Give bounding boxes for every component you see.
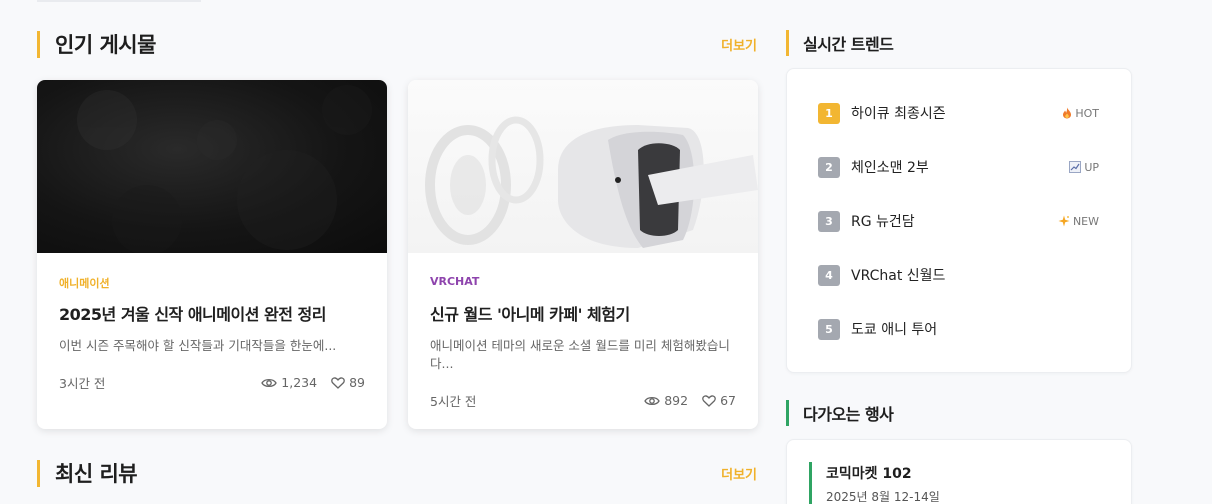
fire-icon <box>1063 107 1072 119</box>
trend-rank: 5 <box>818 318 840 340</box>
reviews-more-link[interactable]: 더보기 <box>721 464 757 483</box>
reviews-section-header: 최신 리뷰 더보기 <box>37 459 757 487</box>
section-accent-bar <box>37 460 40 487</box>
trend-name: 도쿄 애니 투어 <box>851 322 938 338</box>
trend-tag-label: NEW <box>1072 214 1099 228</box>
like-count[interactable]: 89 <box>331 375 365 390</box>
trend-item[interactable]: 5 도쿄 애니 투어 <box>818 318 1099 340</box>
top-divider <box>37 0 201 2</box>
trend-item[interactable]: 4 VRChat 신월드 <box>818 264 1099 286</box>
trend-item[interactable]: 1 하이큐 최종시즌 HOT <box>818 102 1099 124</box>
trend-rank: 4 <box>818 264 840 286</box>
trend-item[interactable]: 2 체인소맨 2부 UP <box>818 156 1099 178</box>
like-count[interactable]: 67 <box>702 393 736 408</box>
trends-panel: 1 하이큐 최종시즌 HOT 2 체인소맨 2부 UP 3 RG 뉴건담 NEW… <box>786 68 1132 373</box>
trend-tag: NEW <box>1058 215 1099 228</box>
trend-tag-label: HOT <box>1075 106 1099 120</box>
post-thumbnail <box>408 80 758 253</box>
view-count-value: 1,234 <box>281 375 318 390</box>
eye-icon <box>644 396 660 405</box>
event-date: 2025년 8월 12-14일 <box>826 490 940 504</box>
post-title[interactable]: 2025년 겨울 신작 애니메이션 완전 정리 <box>59 301 365 325</box>
popular-section-title: 인기 게시물 <box>55 33 156 57</box>
post-time: 3시간 전 <box>59 376 106 391</box>
post-excerpt: 애니메이션 테마의 새로운 소셜 월드를 미리 체험해봤습니다... <box>430 338 730 371</box>
trend-item[interactable]: 3 RG 뉴건담 NEW <box>818 210 1099 232</box>
events-header: 다가오는 행사 <box>786 400 894 426</box>
event-item[interactable]: 코믹마켓 102 2025년 8월 12-14일 <box>809 462 940 504</box>
section-accent-bar <box>786 400 789 426</box>
trends-title: 실시간 트렌드 <box>803 35 894 54</box>
like-count-value: 67 <box>720 393 736 408</box>
post-category: VRCHAT <box>430 275 480 288</box>
trend-name: 체인소맨 2부 <box>851 160 929 176</box>
trend-rank: 3 <box>818 210 840 232</box>
chart-icon <box>1069 161 1082 173</box>
post-excerpt: 이번 시즌 주목해야 할 신작들과 기대작들을 한눈에... <box>59 338 337 353</box>
trend-rank: 2 <box>818 156 840 178</box>
popular-more-link[interactable]: 더보기 <box>721 35 757 54</box>
view-count-value: 892 <box>664 393 689 408</box>
popular-section-header: 인기 게시물 더보기 <box>37 30 757 58</box>
events-panel: 코믹마켓 102 2025년 8월 12-14일 <box>786 439 1132 504</box>
sparkle-icon <box>1058 215 1070 227</box>
trend-tag: UP <box>1069 161 1099 174</box>
post-time: 5시간 전 <box>430 394 477 409</box>
trend-name: RG 뉴건담 <box>851 214 915 230</box>
post-title[interactable]: 신규 월드 '아니메 카페' 체험기 <box>430 301 736 325</box>
events-title: 다가오는 행사 <box>803 405 894 424</box>
post-meta: 5시간 전 892 67 <box>430 391 736 410</box>
heart-icon <box>702 394 716 407</box>
trend-tag-label: UP <box>1084 160 1099 174</box>
section-accent-bar <box>786 30 789 56</box>
post-thumbnail <box>37 80 387 253</box>
trends-header: 실시간 트렌드 <box>786 30 894 56</box>
view-count: 892 <box>644 393 688 408</box>
post-category: 애니메이션 <box>59 277 110 290</box>
section-accent-bar <box>37 31 40 58</box>
post-card[interactable]: 애니메이션 2025년 겨울 신작 애니메이션 완전 정리 이번 시즌 주목해야… <box>37 80 387 429</box>
like-count-value: 89 <box>349 375 365 390</box>
trend-tag: HOT <box>1062 107 1099 120</box>
event-name: 코믹마켓 102 <box>826 466 912 482</box>
view-count: 1,234 <box>261 375 317 390</box>
eye-icon <box>261 378 278 387</box>
trend-name: VRChat 신월드 <box>851 268 946 284</box>
post-card[interactable]: VRCHAT 신규 월드 '아니메 카페' 체험기 애니메이션 테마의 새로운 … <box>408 80 758 429</box>
reviews-section-title: 최신 리뷰 <box>55 462 138 486</box>
heart-icon <box>331 376 345 389</box>
post-meta: 3시간 전 1,234 89 <box>59 373 365 392</box>
trend-name: 하이큐 최종시즌 <box>851 106 946 122</box>
trend-rank: 1 <box>818 102 840 124</box>
